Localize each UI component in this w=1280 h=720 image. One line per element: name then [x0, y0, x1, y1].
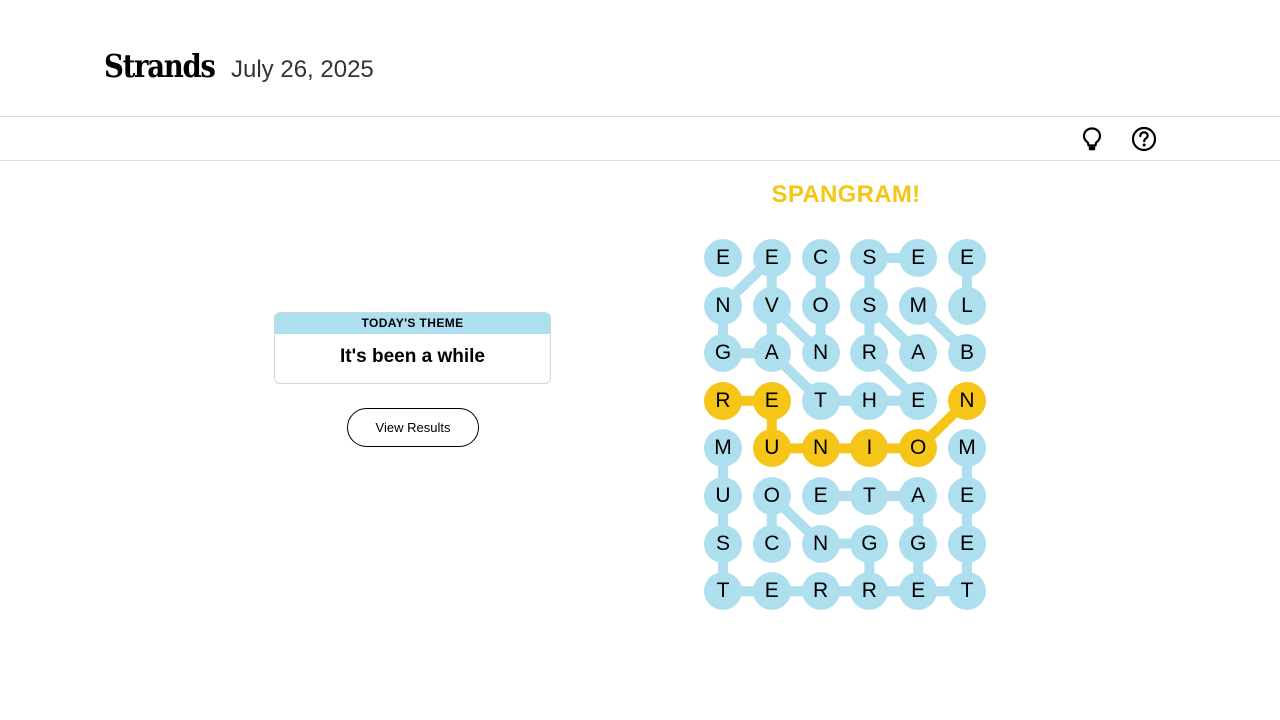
letter-cell[interactable]: C	[801, 239, 840, 277]
letter-cell[interactable]: E	[752, 572, 791, 611]
theme-card: TODAY'S THEME It's been a while	[274, 312, 551, 384]
letter-cell[interactable]: V	[752, 286, 791, 325]
letter-cell[interactable]: G	[850, 524, 889, 563]
letter-cell[interactable]: N	[801, 334, 840, 373]
letter-cell[interactable]: O	[801, 286, 840, 325]
letter-cell[interactable]: H	[850, 381, 889, 420]
letter-cell[interactable]: E	[899, 381, 938, 420]
letter-cell[interactable]: N	[801, 429, 840, 468]
letter-cell[interactable]: E	[948, 239, 986, 277]
letter-cell[interactable]: E	[752, 381, 791, 420]
letter-cell[interactable]: M	[899, 286, 938, 325]
letter-board: EECSEENVOSMLGANRABRETHENMUNIOMUOETAESCNG…	[699, 234, 993, 616]
letter-cell[interactable]: C	[752, 524, 791, 563]
letter-cell[interactable]: T	[801, 381, 840, 420]
letter-cell[interactable]: O	[752, 477, 791, 515]
letter-cell[interactable]: E	[899, 239, 938, 277]
letter-cell[interactable]: G	[899, 524, 938, 563]
letter-cell[interactable]: L	[948, 286, 986, 325]
question-circle-icon[interactable]	[1130, 125, 1158, 153]
letter-cell[interactable]: R	[801, 572, 840, 611]
letter-cell[interactable]: N	[801, 524, 840, 563]
letter-cell[interactable]: G	[704, 334, 742, 373]
toolbar	[0, 117, 1280, 161]
letter-cell[interactable]: R	[704, 381, 742, 420]
letter-cell[interactable]: E	[948, 524, 986, 563]
letter-cell[interactable]: U	[704, 477, 742, 515]
board-links	[718, 253, 972, 597]
letter-cell[interactable]: A	[752, 334, 791, 373]
letter-cell[interactable]: N	[948, 381, 986, 420]
view-results-button[interactable]: View Results	[347, 408, 479, 447]
page-header: Strands July 26, 2025	[0, 0, 1280, 117]
letter-cell[interactable]: E	[704, 239, 742, 277]
letter-cell[interactable]: T	[704, 572, 742, 611]
letter-cell[interactable]: S	[704, 524, 742, 563]
letter-cell[interactable]: A	[899, 477, 938, 515]
letter-cell[interactable]: U	[752, 429, 791, 468]
letter-cell[interactable]: N	[704, 286, 742, 325]
puzzle-date: July 26, 2025	[231, 56, 374, 83]
letter-cell[interactable]: T	[948, 572, 986, 611]
lightbulb-icon[interactable]	[1078, 125, 1106, 153]
game-title: Strands	[104, 47, 216, 85]
theme-text: It's been a while	[340, 346, 485, 367]
letter-cell[interactable]: E	[801, 477, 840, 515]
letter-cell[interactable]: S	[850, 286, 889, 325]
letter-cell[interactable]: E	[948, 477, 986, 515]
letter-cell[interactable]: E	[752, 239, 791, 277]
status-message: SPANGRAM!	[771, 181, 921, 208]
letter-cell[interactable]: B	[948, 334, 986, 373]
theme-heading: TODAY'S THEME	[275, 313, 550, 334]
